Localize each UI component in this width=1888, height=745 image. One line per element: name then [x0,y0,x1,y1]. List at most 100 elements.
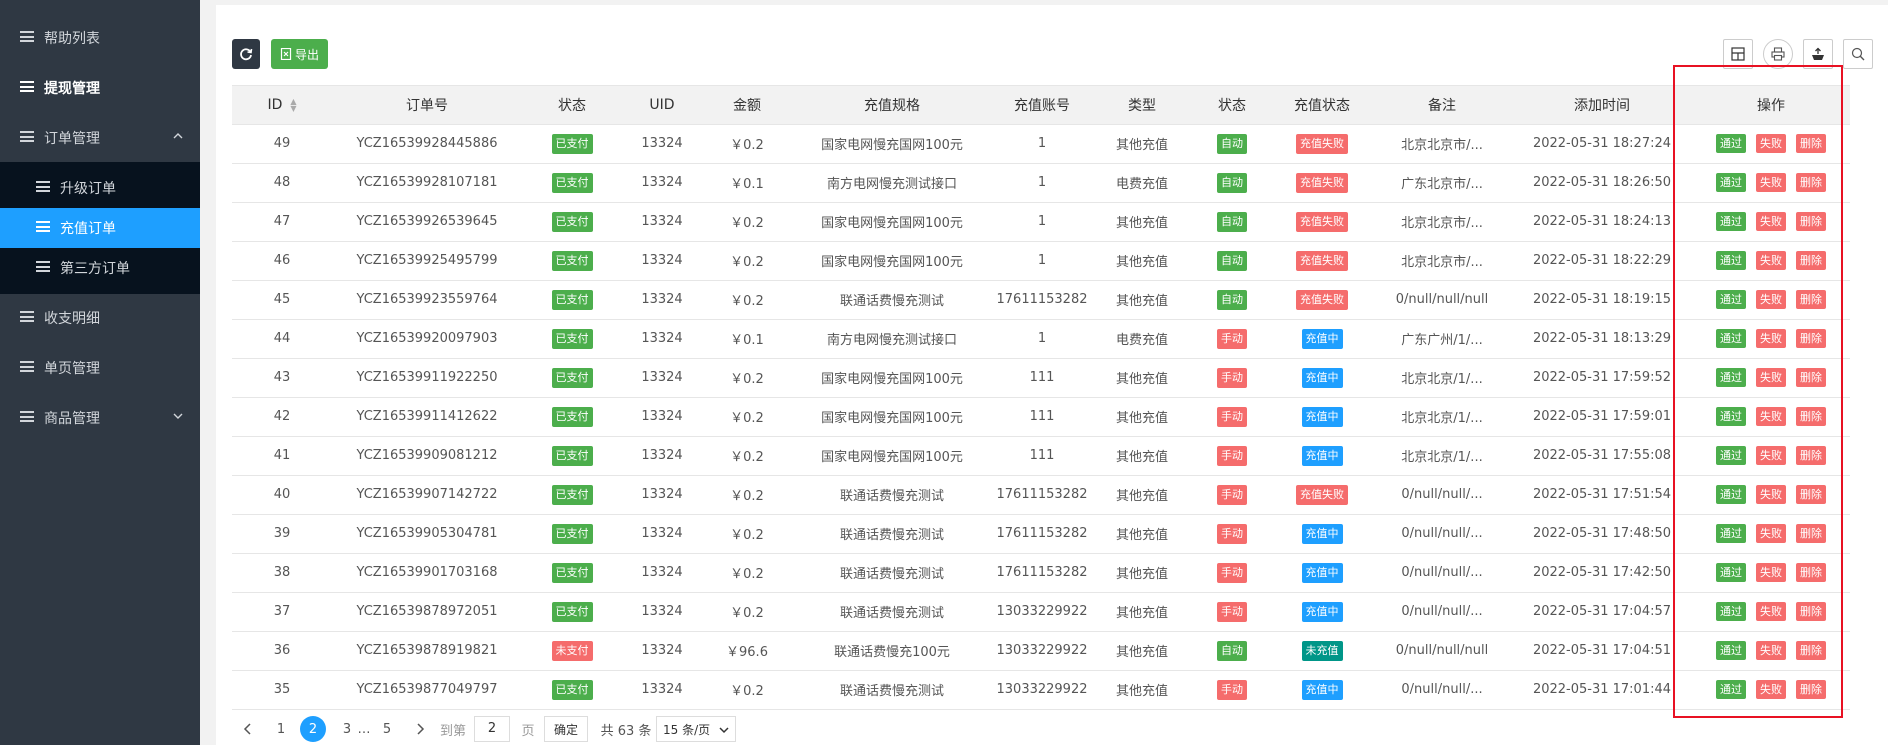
page-size-select[interactable]: 15 条/页 [656,716,736,742]
cell-id: 42 [232,397,332,436]
sub-item-label: 第三方订单 [60,261,130,277]
cell-text: 1 [1037,331,1047,346]
cell-text: 39 [273,526,291,541]
cell-time: 2022-05-31 17:59:01 [1512,397,1692,436]
table-row: 43 YCZ16539911922250 已支付 13324 ￥0.2 国家电网慢充国网1… [232,358,1850,398]
cell-time: 2022-05-31 17:55:08 [1512,436,1692,475]
cell-amount: ￥0.2 [702,358,792,397]
cell-uid: 13324 [622,553,702,592]
cell-mode: 自动 [1192,202,1272,241]
cell-text: 其他充值 [1115,255,1168,270]
cell-order-no: YCZ16539907142722 [332,475,522,514]
orders-table: ID ▲ ▼ 订单号 状态 UID 金额 充值规格 充值账号 类型 状态 充值状态 备注 添加时间 操作 4… [232,85,1850,710]
cell-id: 49 [232,124,332,163]
page-5[interactable]: 5 [380,716,394,742]
pay-status-badge: 已支付 [551,250,593,271]
cell-text: 13324 [641,643,683,658]
sub-item-third-party-orders[interactable]: 第三方订单 [0,248,200,288]
cell-note: 北京北京市/... [1372,241,1512,280]
refresh-button[interactable] [232,39,260,69]
cell-uid: 13324 [622,319,702,358]
header-charge-status: 充值状态 [1272,86,1372,124]
cell-type: 其他充值 [1092,358,1192,397]
nav-item-withdraw-manage[interactable]: 提现管理 [0,68,200,108]
cell-text: ￥0.2 [730,489,764,504]
cell-text: 13324 [641,175,683,190]
cell-text: 1 [1037,253,1047,268]
next-page-button[interactable] [412,716,428,742]
cell-text: 40 [273,487,291,502]
cell-text: 北京北京市/... [1401,138,1483,153]
cell-text: 13033229922 [996,643,1088,658]
cell-text: 13324 [641,214,683,229]
nav-item-order-manage[interactable]: 订单管理 [0,118,200,158]
sort-icon[interactable]: ▲ ▼ [290,98,296,113]
cell-account: 17611153282 [992,553,1092,592]
page-2-current[interactable]: 2 [300,716,326,742]
export-button[interactable]: 导出 [271,39,328,69]
nav-item-single-page[interactable]: 单页管理 [0,348,200,388]
cell-type: 其他充值 [1092,670,1192,709]
prev-page-button[interactable] [240,716,256,742]
cell-amount: ￥0.2 [702,553,792,592]
page-3[interactable]: 3 [340,716,354,742]
cell-order-no: YCZ16539878919821 [332,631,522,670]
cell-text: 电费充值 [1115,177,1168,192]
goto-page-input[interactable]: 2 [474,716,510,742]
list-icon [36,260,50,276]
cell-order-no: YCZ16539911412622 [332,397,522,436]
cell-text: 其他充值 [1115,450,1168,465]
cell-text: 北京北京/1/... [1401,411,1483,426]
sub-item-upgrade-orders[interactable]: 升级订单 [0,168,200,208]
list-icon [20,80,34,96]
cell-uid: 13324 [622,397,702,436]
cell-text: 2022-05-31 18:24:13 [1532,214,1672,229]
cell-text: 0/null/null/null [1395,643,1489,658]
mode-badge: 自动 [1217,250,1247,271]
pay-status-badge: 已支付 [551,211,593,232]
nav-item-help-list[interactable]: 帮助列表 [0,18,200,58]
sub-item-label: 充值订单 [60,221,116,237]
cell-text: 北京北京市/... [1401,216,1483,231]
search-tool-button[interactable] [1843,39,1873,69]
nav-item-label: 单页管理 [44,361,100,377]
nav-item-product-manage[interactable]: 商品管理 [0,398,200,438]
cell-account: 17611153282 [992,475,1092,514]
cell-text: 13324 [641,682,683,697]
mode-badge: 自动 [1217,289,1247,310]
cell-mode: 自动 [1192,163,1272,202]
cell-text: 联通话费慢充测试 [839,567,944,582]
cell-text: 13324 [641,253,683,268]
cell-charge-status: 充值失败 [1272,475,1372,514]
chevron-up-icon [173,133,183,139]
sub-item-recharge-orders[interactable]: 充值订单 [0,208,200,248]
cell-text: 其他充值 [1115,294,1168,309]
cell-text: 38 [273,565,291,580]
cell-text: 13324 [641,448,683,463]
cell-text: YCZ16539878972051 [356,604,498,619]
sidebar: 帮助列表 提现管理 订单管理 升级订单 充值订单 第三方订单 收支明细 单页管理… [0,0,200,745]
cell-text: 2022-05-31 17:42:50 [1532,565,1672,580]
cell-spec: 联通话费慢充测试 [792,553,992,592]
cell-account: 111 [992,436,1092,475]
cell-account: 1 [992,202,1092,241]
header-id[interactable]: ID ▲ ▼ [232,86,332,124]
nav-item-income-expense[interactable]: 收支明细 [0,298,200,338]
page-1[interactable]: 1 [274,716,288,742]
cell-text: 1 [1037,136,1047,151]
file-excel-icon [280,48,292,60]
goto-confirm-button[interactable]: 确定 [544,716,588,742]
cell-text: 13324 [641,292,683,307]
cell-text: 111 [1029,409,1055,424]
refresh-icon [240,48,253,61]
header-type: 类型 [1092,86,1192,124]
table-row: 36 YCZ16539878919821 未支付 13324 ￥96.6 联通话费慢充10… [232,631,1850,671]
cell-text: 48 [273,175,291,190]
cell-text: YCZ16539909081212 [356,448,498,463]
sub-item-label: 升级订单 [60,181,116,197]
cell-pay-status: 已支付 [522,280,622,319]
cell-text: ￥0.2 [730,567,764,582]
cell-spec: 联通话费慢充100元 [792,631,992,670]
cell-text: YCZ16539911412622 [356,409,498,424]
cell-spec: 国家电网慢充国网100元 [792,397,992,436]
